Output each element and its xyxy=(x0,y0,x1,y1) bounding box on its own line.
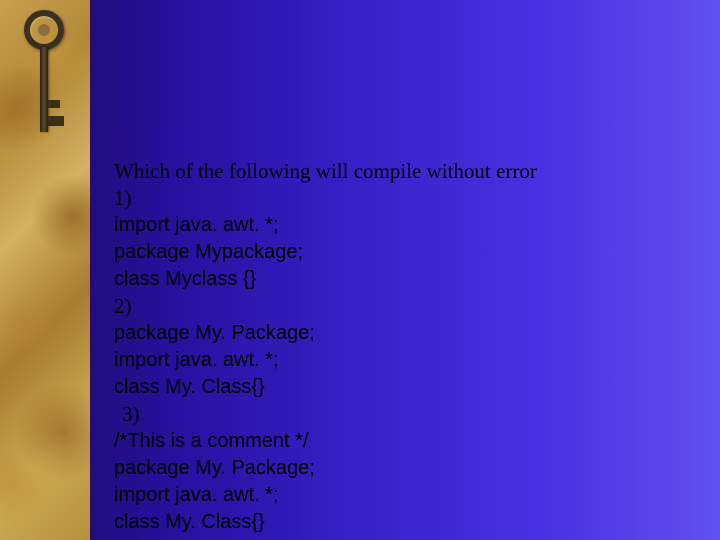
key-icon xyxy=(24,10,66,160)
option-1-number: 1) xyxy=(114,185,720,212)
option-3-code-line: package My. Package; xyxy=(114,455,720,482)
option-3-code-line: /*This is a comment */ xyxy=(114,428,720,455)
option-1-code-line: class Myclass {} xyxy=(114,266,720,293)
option-3-number: 3) xyxy=(114,401,720,428)
option-2-code-line: class My. Class{} xyxy=(114,374,720,401)
slide-content: Which of the following will compile with… xyxy=(90,0,720,540)
option-1-code-line: import java. awt. *; xyxy=(114,212,720,239)
option-3-code-line: class My. Class{} xyxy=(114,509,720,536)
option-1-code-line: package Mypackage; xyxy=(114,239,720,266)
option-3-code-line: import java. awt. *; xyxy=(114,482,720,509)
option-2-number: 2) xyxy=(114,293,720,320)
sidebar-texture xyxy=(0,0,90,540)
question-text: Which of the following will compile with… xyxy=(114,158,720,185)
option-2-code-line: package My. Package; xyxy=(114,320,720,347)
option-2-code-line: import java. awt. *; xyxy=(114,347,720,374)
slide: Which of the following will compile with… xyxy=(0,0,720,540)
